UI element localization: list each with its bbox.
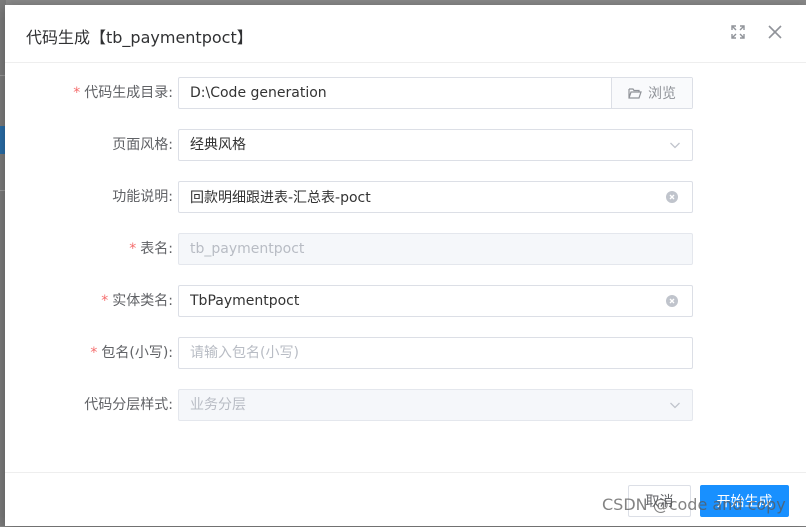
required-mark: *	[73, 85, 81, 101]
dialog-title: 代码生成【tb_paymentpoct】	[26, 28, 253, 47]
code-dir-value[interactable]: D:\Code generation	[190, 78, 327, 108]
entity-name-input[interactable]	[179, 286, 660, 316]
layer-style-label: 代码分层样式:	[84, 397, 173, 413]
folder-open-icon	[628, 88, 642, 99]
close-icon[interactable]	[766, 23, 784, 41]
package-name-input[interactable]	[179, 338, 660, 368]
code-dir-label: * 代码生成目录:	[73, 85, 173, 101]
layer-style-select: 业务分层	[178, 389, 693, 421]
form-row-description: 功能说明:	[5, 181, 806, 213]
form-row-table-name: * 表名: tb_paymentpoct	[5, 233, 806, 265]
required-mark: *	[90, 345, 98, 361]
table-name-value: tb_paymentpoct	[190, 241, 305, 257]
browse-label: 浏览	[648, 86, 676, 102]
layer-style-value: 业务分层	[190, 397, 246, 413]
form-row-entity-name: * 实体类名:	[5, 285, 806, 317]
dialog-header: 代码生成【tb_paymentpoct】	[5, 5, 806, 63]
description-input[interactable]	[179, 182, 660, 212]
clear-icon[interactable]	[666, 191, 678, 203]
chevron-down-icon	[670, 142, 680, 149]
cancel-button[interactable]: 取消	[628, 485, 691, 517]
browse-button[interactable]: 浏览	[611, 78, 692, 108]
fullscreen-icon[interactable]	[729, 23, 747, 41]
start-generate-button[interactable]: 开始生成	[700, 485, 789, 517]
package-name-label: * 包名(小写):	[90, 345, 173, 361]
package-name-field[interactable]	[178, 337, 693, 369]
page-style-label: 页面风格:	[112, 137, 173, 153]
clear-icon[interactable]	[666, 295, 678, 307]
form-row-layer-style: 代码分层样式: 业务分层	[5, 389, 806, 421]
description-field[interactable]	[178, 181, 693, 213]
table-name-field: tb_paymentpoct	[178, 233, 693, 265]
form-row-package-name: * 包名(小写):	[5, 337, 806, 369]
required-mark: *	[129, 241, 137, 257]
code-generation-dialog: 代码生成【tb_paymentpoct】 * 代码生成目录: D:\Code ge…	[5, 5, 806, 526]
required-mark: *	[101, 293, 109, 309]
description-label: 功能说明:	[112, 189, 173, 205]
dialog-footer: 取消 开始生成	[5, 472, 806, 527]
entity-name-label: * 实体类名:	[101, 293, 173, 309]
code-dir-field[interactable]: D:\Code generation 浏览	[178, 77, 693, 109]
page-style-select[interactable]: 经典风格	[178, 129, 693, 161]
chevron-down-icon	[670, 402, 680, 409]
page-style-value: 经典风格	[190, 137, 246, 153]
table-name-label: * 表名:	[129, 241, 173, 257]
form-row-page-style: 页面风格: 经典风格	[5, 129, 806, 161]
entity-name-field[interactable]	[178, 285, 693, 317]
form-row-code-dir: * 代码生成目录: D:\Code generation 浏览	[5, 77, 806, 109]
